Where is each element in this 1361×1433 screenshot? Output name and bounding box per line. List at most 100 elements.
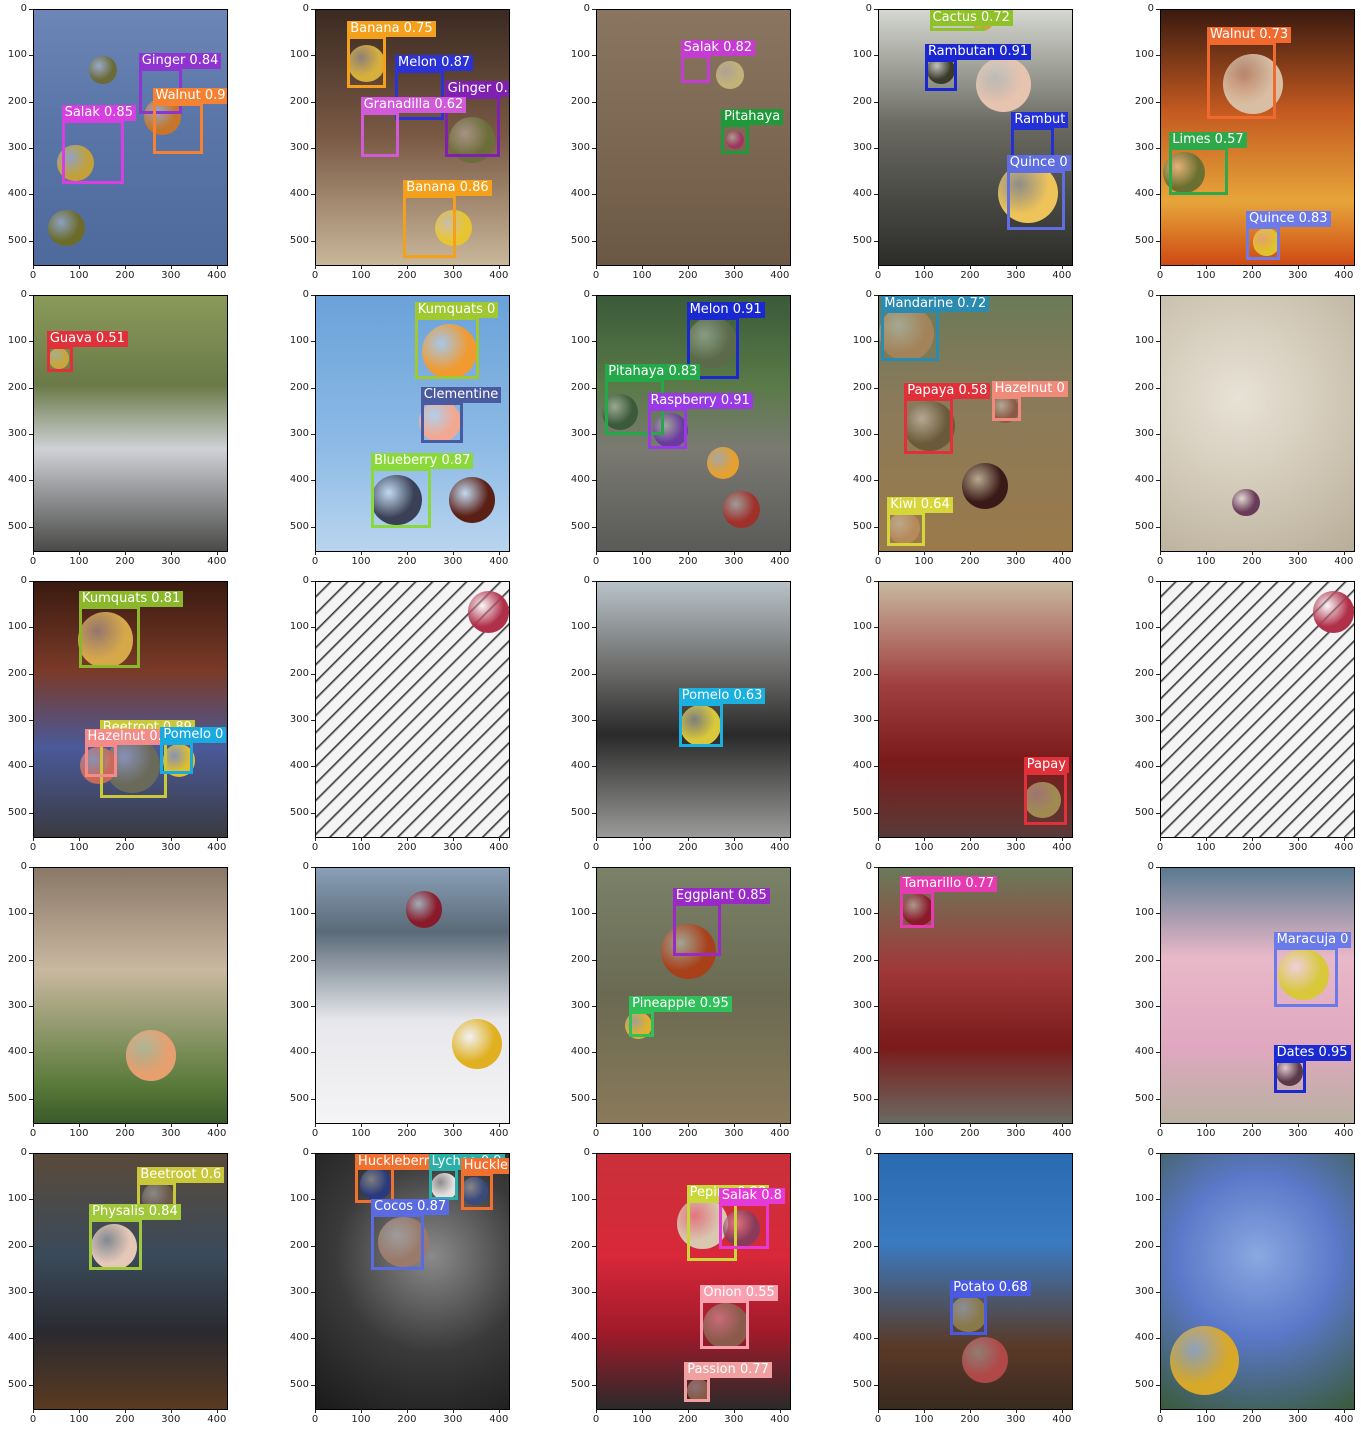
y-tick-mark	[1156, 720, 1160, 722]
x-tick-mark	[733, 1123, 735, 1127]
y-tick-mark	[1156, 1006, 1160, 1008]
x-tick-label: 300	[1006, 1128, 1026, 1139]
y-tick-mark	[311, 720, 315, 722]
x-tick-mark	[33, 551, 34, 555]
x-tick-label: 0	[874, 842, 882, 853]
x-tick-mark	[878, 1409, 879, 1413]
x-tick-mark	[1297, 837, 1299, 841]
y-tick-mark	[874, 480, 878, 482]
y-tick-label: 500	[1134, 520, 1154, 532]
y-tick-mark	[592, 1153, 596, 1154]
x-tick-mark	[1160, 265, 1161, 269]
y-tick-mark	[1156, 341, 1160, 343]
detection-label: Cactus 0.72	[929, 10, 1013, 26]
x-tick-label: 400	[1052, 1128, 1072, 1139]
x-tick-mark	[733, 551, 735, 555]
y-tick-label: 300	[570, 1286, 590, 1298]
y-tick-label: 300	[852, 1000, 872, 1012]
y-tick-label: 100	[570, 1193, 590, 1205]
y-tick-label: 400	[7, 474, 27, 486]
y-tick-mark	[1156, 1245, 1160, 1247]
x-tick-mark	[969, 1409, 971, 1413]
detection-box	[672, 902, 722, 957]
x-tick-label: 300	[1006, 556, 1026, 567]
x-tick-label: 300	[161, 270, 181, 281]
image-panel: Kumquats 0 Clementine Blueberry 0.87 0 100 20…	[290, 289, 527, 575]
x-tick-label: 200	[960, 556, 980, 567]
y-tick-mark	[1156, 1292, 1160, 1294]
panel-image: Papay	[878, 581, 1073, 838]
x-tick-mark	[779, 1123, 781, 1127]
y-tick-label: 0	[302, 1147, 309, 1158]
y-tick-mark	[1156, 627, 1160, 629]
detection-box	[84, 744, 117, 777]
y-tick-mark	[311, 434, 315, 436]
x-tick-mark	[1061, 551, 1063, 555]
x-tick-label: 0	[874, 1414, 882, 1425]
x-tick-label: 100	[914, 1128, 934, 1139]
x-tick-label: 200	[397, 556, 417, 567]
x-tick-label: 0	[592, 1414, 600, 1425]
detection-box	[680, 55, 710, 84]
x-tick-mark	[1015, 837, 1017, 841]
y-tick-label: 100	[7, 335, 27, 347]
y-tick-mark	[874, 240, 878, 242]
image-panel: 0 100 200 300 400 500 0 100 200 300 400	[8, 861, 245, 1147]
x-tick-label: 0	[1156, 842, 1164, 853]
y-tick-mark	[874, 526, 878, 528]
x-tick-label: 100	[1196, 1414, 1216, 1425]
x-tick-label: 400	[770, 556, 790, 567]
x-tick-mark	[641, 1123, 643, 1127]
y-tick-mark	[29, 240, 33, 242]
y-tick-mark	[29, 766, 33, 768]
x-tick-label: 300	[443, 1128, 463, 1139]
image-panel: 0 100 200 300 400 500 0 100 200 300 400	[1135, 1147, 1361, 1433]
x-tick-mark	[498, 551, 500, 555]
detection-label: Kumquats 0	[414, 301, 499, 318]
panel-image	[315, 867, 510, 1124]
panel-image	[33, 867, 228, 1124]
x-tick-label: 400	[489, 270, 509, 281]
y-tick-label: 300	[289, 1286, 309, 1298]
detection-label: Huckle	[460, 1157, 509, 1174]
y-tick-mark	[311, 55, 315, 57]
y-tick-label: 500	[1134, 234, 1154, 246]
x-tick-label: 200	[397, 1414, 417, 1425]
image-panel: 0 100 200 300 400 500 0 100 200 300 400	[290, 861, 527, 1147]
panel-image: Cactus 0.72 Rambutan 0.91 Rambut Quince 0	[878, 9, 1073, 266]
detection-label: Pomelo 0.63	[678, 688, 766, 705]
y-tick-label: 400	[852, 1046, 872, 1058]
y-tick-mark	[592, 581, 596, 582]
detection-label: Dates 0.95	[1273, 1045, 1351, 1062]
y-tick-label: 400	[1134, 1046, 1154, 1058]
y-tick-label: 0	[1147, 575, 1154, 586]
y-tick-mark	[311, 526, 315, 528]
y-tick-label: 100	[7, 1193, 27, 1205]
detection-box	[360, 112, 399, 158]
x-tick-mark	[315, 265, 316, 269]
y-tick-label: 0	[20, 1147, 27, 1158]
x-tick-mark	[1297, 551, 1299, 555]
x-tick-mark	[1015, 551, 1017, 555]
image-panel: Banana 0.75 Melon 0.87 Ginger 0. Granadilla…	[290, 3, 527, 289]
x-tick-label: 300	[724, 556, 744, 567]
x-tick-mark	[406, 265, 408, 269]
x-tick-mark	[124, 265, 126, 269]
x-tick-label: 0	[311, 842, 319, 853]
x-tick-mark	[216, 265, 218, 269]
x-tick-label: 300	[1288, 842, 1308, 853]
x-tick-label: 200	[960, 1414, 980, 1425]
detection-box	[79, 606, 140, 668]
detection-box	[684, 1376, 710, 1403]
y-tick-label: 500	[570, 806, 590, 818]
y-tick-mark	[874, 434, 878, 436]
x-tick-mark	[641, 837, 643, 841]
y-tick-label: 0	[865, 3, 872, 14]
y-tick-mark	[29, 526, 33, 528]
x-tick-mark	[33, 837, 34, 841]
y-tick-label: 500	[852, 1092, 872, 1104]
y-tick-label: 100	[7, 49, 27, 61]
image-panel: Salak 0.82 Pitahaya 0 100 200 300 400 500 0 100 20…	[571, 3, 808, 289]
y-tick-mark	[29, 1052, 33, 1054]
x-tick-mark	[969, 1123, 971, 1127]
